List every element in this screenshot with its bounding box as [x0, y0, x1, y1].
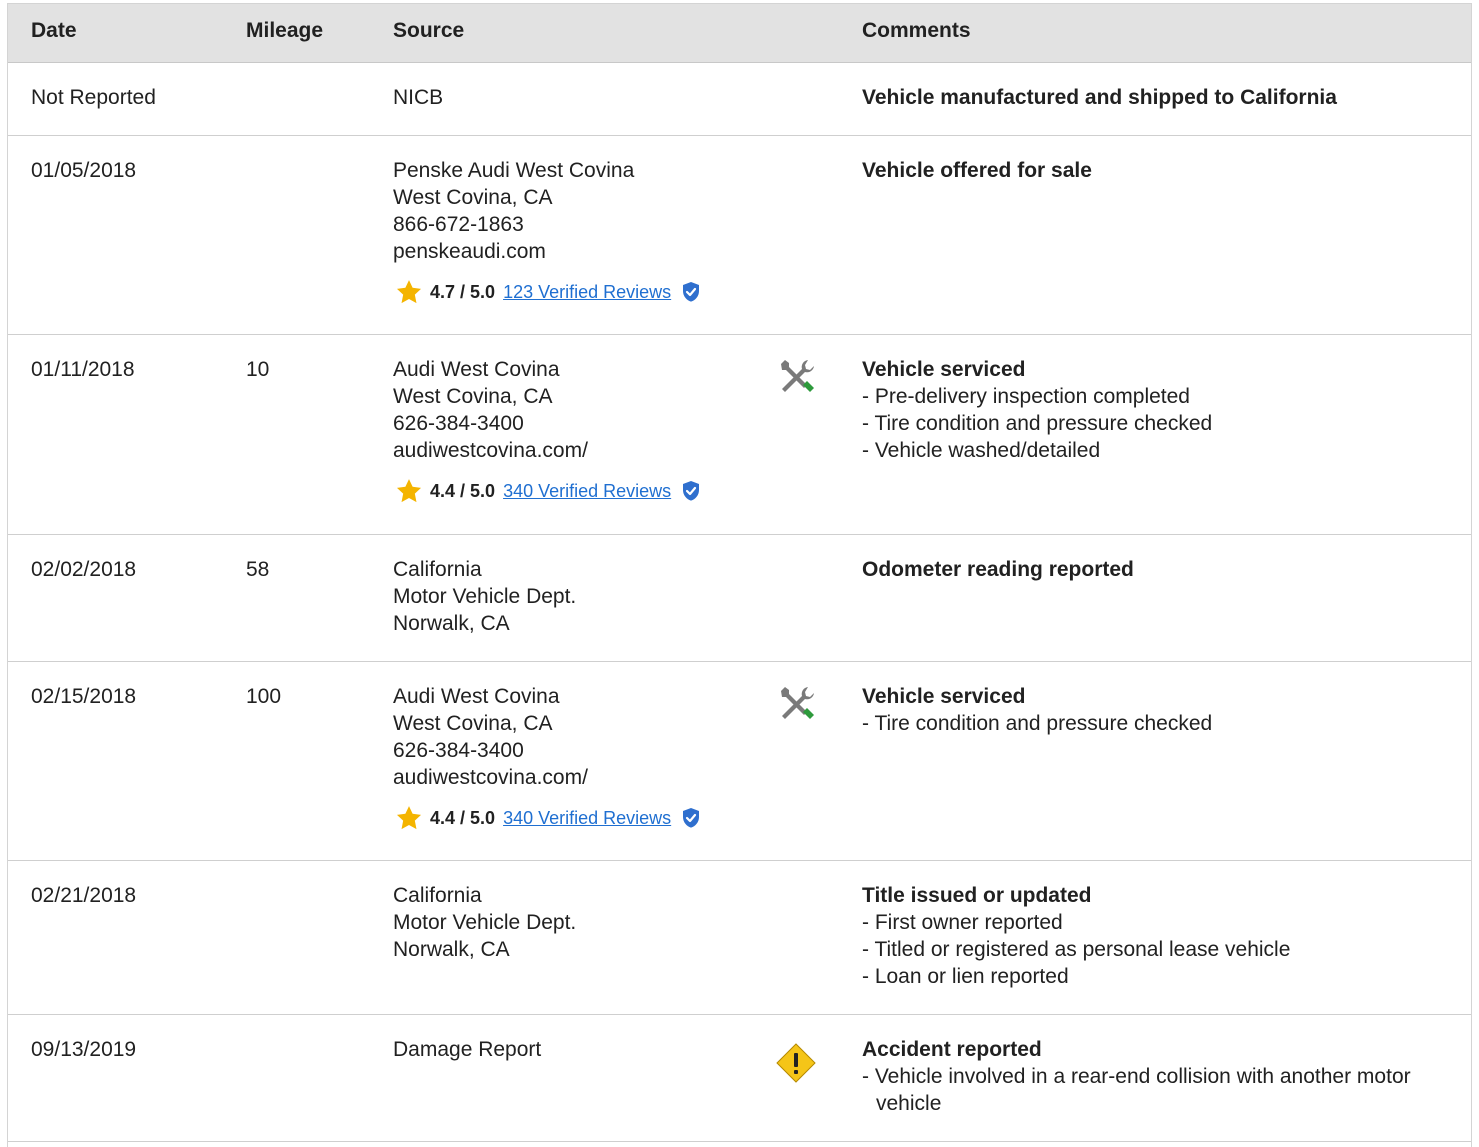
- source-line: Audi West Covina: [393, 685, 560, 708]
- table-row: 02/21/2018 California Motor Vehicle Dept. N…: [8, 861, 1471, 1015]
- row-mileage: 100: [246, 685, 282, 708]
- row-comments: Vehicle offered for sale: [862, 157, 1092, 184]
- header-source: Source: [393, 19, 465, 42]
- table-row: 09/13/2019 Damage Report Accident reported…: [8, 1015, 1471, 1142]
- verified-shield-icon: [683, 282, 700, 302]
- dealer-rating: 4.4 / 5.0 340 Verified Reviews: [393, 804, 701, 832]
- row-date: 01/05/2018: [31, 159, 137, 182]
- source-line: audiwestcovina.com/: [393, 439, 588, 462]
- table-header: Date Mileage Source Comments: [8, 4, 1471, 63]
- comment-title: Vehicle serviced: [862, 685, 1026, 708]
- row-mileage: 10: [246, 358, 270, 381]
- row-source: Audi West Covina West Covina, CA 626-384-3…: [393, 356, 701, 505]
- service-tools-icon: [781, 687, 814, 719]
- comment-item: - First owner reported: [862, 911, 1063, 934]
- verified-reviews-link[interactable]: 340 Verified Reviews: [503, 805, 671, 832]
- vehicle-history-table: Date Mileage Source Comments Not Reporte…: [7, 3, 1472, 1147]
- star-icon: [396, 806, 422, 830]
- row-comments: Vehicle serviced - Pre-delivery inspectio…: [862, 356, 1462, 464]
- source-line: 626-384-3400: [393, 739, 524, 762]
- row-comments: Vehicle manufactured and shipped to Cali…: [862, 84, 1337, 111]
- table-row: 02/02/2018 58 California Motor Vehicle Dept…: [8, 535, 1471, 662]
- row-comments: Odometer reading reported: [862, 556, 1134, 583]
- header-mileage: Mileage: [246, 19, 324, 42]
- source-line: audiwestcovina.com/: [393, 766, 588, 789]
- comment-title: Vehicle serviced: [862, 358, 1026, 381]
- source-line: California: [393, 558, 482, 581]
- source-line: Audi West Covina: [393, 358, 560, 381]
- row-date: 01/11/2018: [31, 358, 135, 381]
- source-line: NICB: [393, 86, 444, 109]
- row-date: 02/02/2018: [31, 558, 137, 581]
- row-comments: Title issued or updated - First owner rep…: [862, 882, 1462, 990]
- dealer-rating: 4.4 / 5.0 340 Verified Reviews: [393, 477, 701, 505]
- header-comments: Comments: [862, 19, 971, 42]
- verified-reviews-link[interactable]: 340 Verified Reviews: [503, 478, 671, 505]
- table-row: 01/05/2018 Penske Audi West Covina West Co…: [8, 136, 1471, 335]
- accident-warning-icon: [776, 1043, 816, 1083]
- comment-title: Accident reported: [862, 1038, 1042, 1061]
- verified-shield-icon: [683, 481, 700, 501]
- row-date: Not Reported: [31, 86, 156, 109]
- rating-score: 4.4 / 5.0: [430, 480, 496, 501]
- row-event-icon: [774, 1041, 818, 1085]
- source-line: penskeaudi.com: [393, 240, 546, 263]
- row-date: 02/15/2018: [31, 685, 137, 708]
- row-date: 02/21/2018: [31, 884, 137, 907]
- verified-shield-icon: [683, 808, 700, 828]
- source-line: Penske Audi West Covina: [393, 159, 635, 182]
- table-row: Not Reported NICB Vehicle manufactured and…: [8, 63, 1471, 136]
- comment-item: - Vehicle washed/detailed: [862, 439, 1101, 462]
- service-tools-icon: [781, 360, 814, 392]
- source-line: 866-672-1863: [393, 213, 524, 236]
- row-source: Audi West Covina West Covina, CA 626-384-3…: [393, 683, 701, 832]
- row-comments: Accident reported - Vehicle involved in a…: [862, 1036, 1462, 1117]
- row-source: Damage Report: [393, 1036, 541, 1063]
- row-date: 09/13/2019: [31, 1038, 137, 1061]
- header-date: Date: [31, 19, 77, 42]
- row-source: California Motor Vehicle Dept. Norwalk, CA: [393, 556, 576, 637]
- row-source: California Motor Vehicle Dept. Norwalk, CA: [393, 882, 576, 963]
- comment-title: Odometer reading reported: [862, 558, 1134, 581]
- comment-item: - Tire condition and pressure checked: [862, 712, 1213, 735]
- source-line: California: [393, 884, 482, 907]
- row-source: Penske Audi West Covina West Covina, CA 86…: [393, 157, 701, 306]
- row-comments: Vehicle serviced - Tire condition and pre…: [862, 683, 1462, 737]
- source-line: West Covina, CA: [393, 186, 553, 209]
- star-icon: [396, 479, 422, 503]
- comment-item: - Titled or registered as personal lease…: [862, 938, 1291, 961]
- source-line: Motor Vehicle Dept.: [393, 911, 577, 934]
- comment-item: - Vehicle involved in a rear-end collisi…: [862, 1065, 1411, 1115]
- dealer-rating: 4.7 / 5.0 123 Verified Reviews: [393, 278, 701, 306]
- source-line: Norwalk, CA: [393, 612, 510, 635]
- star-icon: [396, 280, 422, 304]
- comment-item: - Tire condition and pressure checked: [862, 412, 1213, 435]
- table-row: 02/15/2018 100 Audi West Covina West Covina…: [8, 662, 1471, 861]
- verified-reviews-link[interactable]: 123 Verified Reviews: [503, 279, 671, 306]
- table-body: Not Reported NICB Vehicle manufactured and…: [8, 63, 1471, 1142]
- source-line: Damage Report: [393, 1038, 542, 1061]
- rating-score: 4.4 / 5.0: [430, 807, 496, 828]
- rating-score: 4.7 / 5.0: [430, 281, 496, 302]
- row-source: NICB: [393, 84, 443, 111]
- comment-title: Vehicle offered for sale: [862, 159, 1092, 182]
- row-event-icon: [777, 684, 817, 724]
- comment-item: - Pre-delivery inspection completed: [862, 385, 1190, 408]
- table-row: 01/11/2018 10 Audi West Covina West Covina,…: [8, 335, 1471, 535]
- row-event-icon: [777, 357, 817, 397]
- source-line: West Covina, CA: [393, 385, 553, 408]
- comment-title: Vehicle manufactured and shipped to Cali…: [862, 86, 1337, 109]
- row-mileage: 58: [246, 558, 270, 581]
- source-line: 626-384-3400: [393, 412, 524, 435]
- comment-item: - Loan or lien reported: [862, 965, 1069, 988]
- comment-title: Title issued or updated: [862, 884, 1092, 907]
- source-line: Motor Vehicle Dept.: [393, 585, 577, 608]
- source-line: Norwalk, CA: [393, 938, 510, 961]
- source-line: West Covina, CA: [393, 712, 553, 735]
